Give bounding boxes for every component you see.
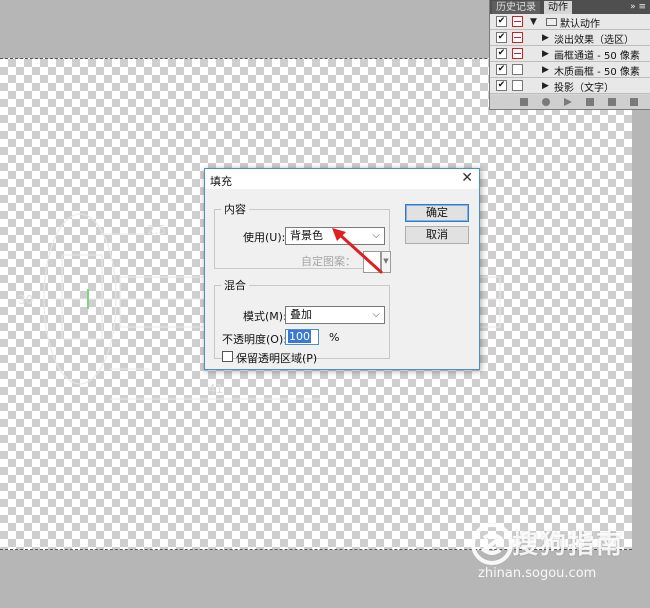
chevron-down-icon: ⌵ xyxy=(372,309,380,320)
dialog-titlebar[interactable]: 填充 ✕ xyxy=(205,169,479,189)
use-select[interactable]: 背景色 ⌵ xyxy=(285,227,385,245)
pattern-dropdown-icon: ▼ xyxy=(381,251,391,273)
toggle-item-checkbox[interactable]: ✔ xyxy=(496,32,507,43)
collapse-triangle-icon[interactable]: ▶ xyxy=(542,49,549,59)
action-label: 淡出效果（选区） xyxy=(554,35,634,46)
ok-button[interactable]: 确定 xyxy=(405,204,469,222)
mode-select[interactable]: 叠加 ⌵ xyxy=(285,306,385,324)
expand-triangle-icon[interactable]: ▼ xyxy=(530,17,537,27)
action-set-label: 默认动作 xyxy=(560,19,600,30)
cancel-button[interactable]: 取消 xyxy=(405,226,469,244)
use-label: 使用(U): xyxy=(243,231,286,244)
pattern-swatch xyxy=(363,251,381,273)
collapse-triangle-icon[interactable]: ▶ xyxy=(542,65,549,75)
drawing-rect xyxy=(61,254,103,340)
fill-dialog: 填充 ✕ 内容 使用(U): 背景色 ⌵ 自定图案： ▼ 混合 模式(M): 叠… xyxy=(204,168,480,370)
toggle-item-checkbox[interactable]: ✔ xyxy=(496,64,507,75)
custom-pattern-label: 自定图案： xyxy=(301,255,356,268)
chevron-down-icon: ⌵ xyxy=(372,230,380,241)
stop-icon[interactable] xyxy=(520,98,528,106)
dialog-title: 填充 xyxy=(210,175,232,188)
opacity-unit: % xyxy=(329,331,340,344)
new-action-icon[interactable] xyxy=(608,98,616,106)
sogou-logo-icon xyxy=(471,523,513,565)
drawing-dim-top: 2.5 xyxy=(147,223,166,237)
action-row[interactable]: ✔ ▶ 画框通道 - 50 像素 xyxy=(490,46,650,62)
action-row[interactable]: ✔ ▶ 投影（文字） xyxy=(490,78,650,94)
toggle-item-checkbox[interactable]: ✔ xyxy=(496,80,507,91)
dialog-toggle-icon[interactable] xyxy=(512,16,523,27)
preserve-transparency-label: 保留透明区域(P) xyxy=(236,352,318,365)
preserve-transparency-checkbox[interactable] xyxy=(222,351,233,362)
dialog-toggle-icon[interactable] xyxy=(512,80,523,91)
blend-group: 混合 模式(M): 叠加 ⌵ 不透明度(O): 100 % 保留透明区域(P) xyxy=(214,277,390,365)
tab-actions[interactable]: 动作 xyxy=(544,1,572,14)
play-icon[interactable] xyxy=(564,98,572,106)
drawing-dim-bottom: 41 xyxy=(208,382,223,396)
dialog-toggle-icon[interactable] xyxy=(512,32,523,43)
close-button[interactable]: ✕ xyxy=(461,170,473,186)
blend-group-title: 混合 xyxy=(224,279,246,292)
dialog-toggle-icon[interactable] xyxy=(512,48,523,59)
content-group-title: 内容 xyxy=(224,203,246,216)
tab-history[interactable]: 历史记录 xyxy=(492,1,540,14)
collapse-triangle-icon[interactable]: ▶ xyxy=(542,33,549,43)
watermark-text: 搜狗指南 xyxy=(512,530,625,560)
action-label: 木质画框 - 50 像素 xyxy=(554,67,640,78)
panel-menu-icon[interactable]: » ≡ xyxy=(630,0,646,14)
trash-icon[interactable] xyxy=(630,98,638,106)
action-label: 投影（文字） xyxy=(554,83,614,94)
watermark-url: zhinan.sogou.com xyxy=(478,566,597,581)
mode-label: 模式(M): xyxy=(243,310,287,323)
watermark: 搜狗指南 zhinan.sogou.com xyxy=(470,520,640,590)
toggle-item-checkbox[interactable]: ✔ xyxy=(496,48,507,59)
opacity-value: 100 xyxy=(288,330,311,343)
mode-select-value: 叠加 xyxy=(290,308,312,321)
record-icon[interactable] xyxy=(542,98,550,106)
dialog-toggle-icon[interactable] xyxy=(512,64,523,75)
action-label: 画框通道 - 50 像素 xyxy=(554,51,640,62)
use-select-value: 背景色 xyxy=(290,229,323,242)
action-row[interactable]: ✔ ▶ 木质画框 - 50 像素 xyxy=(490,62,650,78)
folder-icon xyxy=(546,18,557,26)
drawing-dim-left: 30 xyxy=(18,293,33,307)
action-row[interactable]: ✔ ▶ 淡出效果（选区） xyxy=(490,30,650,46)
actions-panel: 历史记录 动作 » ≡ ✔ ▼ 默认动作 ✔ ▶ 淡出效果（选区） ✔ ▶ 画框… xyxy=(489,0,650,110)
toggle-item-checkbox[interactable]: ✔ xyxy=(496,16,507,27)
action-row-default-set[interactable]: ✔ ▼ 默认动作 xyxy=(490,14,650,30)
opacity-label: 不透明度(O): xyxy=(222,333,287,346)
new-set-icon[interactable] xyxy=(586,98,594,106)
panel-footer xyxy=(490,95,650,109)
content-group: 内容 使用(U): 背景色 ⌵ 自定图案： ▼ xyxy=(214,201,391,273)
collapse-triangle-icon[interactable]: ▶ xyxy=(542,81,549,91)
opacity-input[interactable]: 100 xyxy=(285,329,319,345)
panel-tabbar: 历史记录 动作 » ≡ xyxy=(490,0,650,14)
